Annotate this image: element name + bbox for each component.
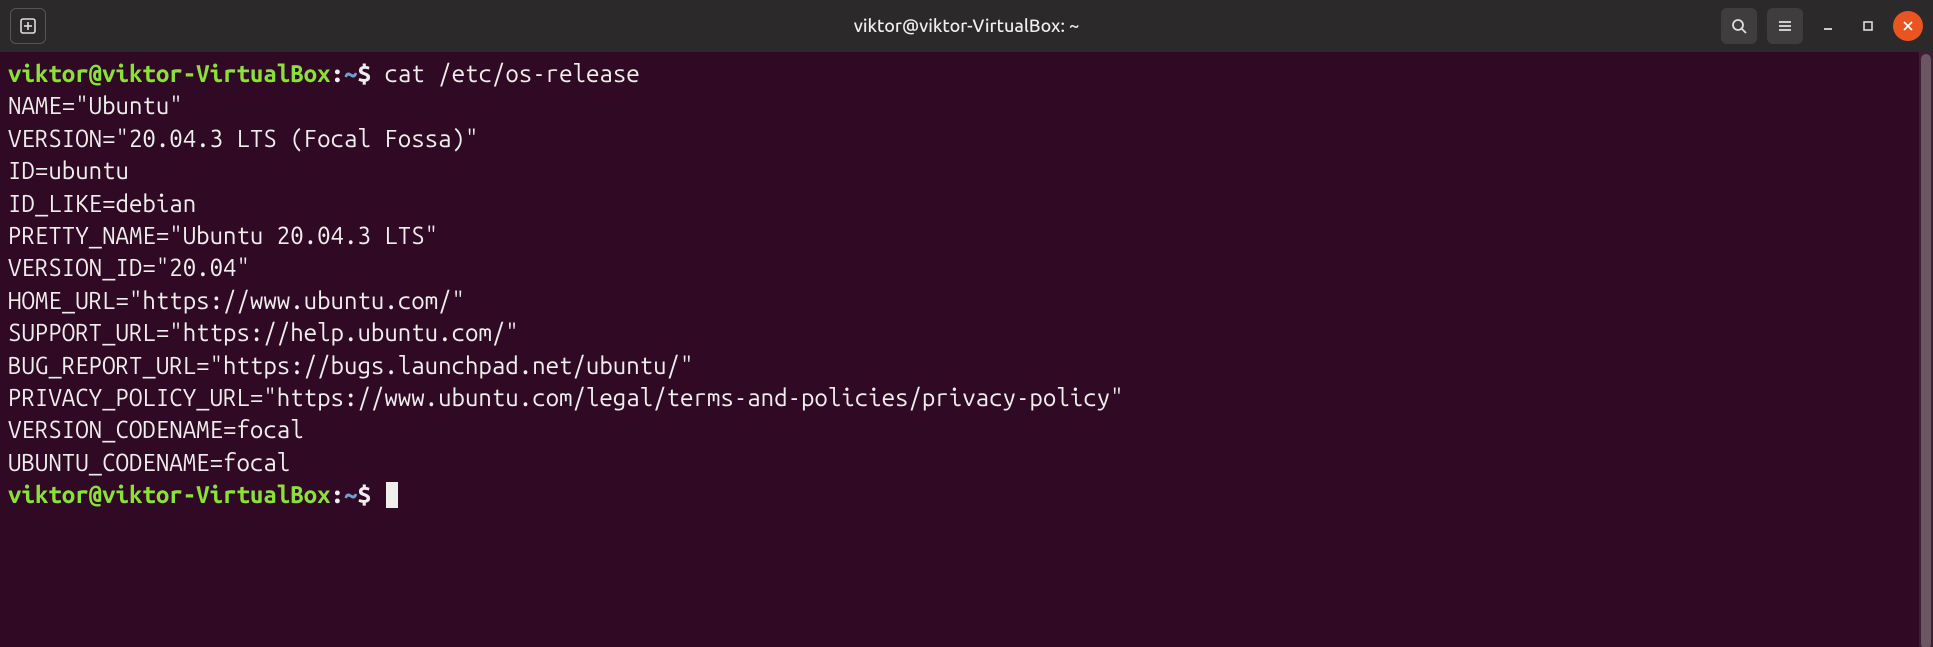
close-icon [1901, 19, 1915, 33]
output-line: BUG_REPORT_URL="https://bugs.launchpad.n… [8, 352, 693, 379]
window-title: viktor@viktor-VirtualBox: ~ [854, 16, 1080, 36]
output-line: PRETTY_NAME="Ubuntu 20.04.3 LTS" [8, 222, 438, 249]
maximize-icon [1861, 19, 1875, 33]
output-line: ID_LIKE=debian [8, 190, 196, 217]
close-button[interactable] [1893, 11, 1923, 41]
terminal-window: viktor@viktor-VirtualBox: ~ [0, 0, 1933, 647]
titlebar-left-group [10, 8, 46, 44]
prompt-userhost: viktor@viktor-VirtualBox [8, 481, 331, 508]
prompt-userhost: viktor@viktor-VirtualBox [8, 60, 331, 87]
command-text: cat /etc/os-release [384, 60, 639, 87]
prompt-path: ~ [344, 60, 357, 87]
search-button[interactable] [1721, 8, 1757, 44]
output-line: ID=ubuntu [8, 157, 129, 184]
output-line: VERSION_ID="20.04" [8, 254, 250, 281]
output-line: VERSION="20.04.3 LTS (Focal Fossa)" [8, 125, 478, 152]
terminal-output-area[interactable]: viktor@viktor-VirtualBox:~$ cat /etc/os-… [0, 52, 1933, 647]
new-tab-icon [19, 17, 37, 35]
scrollbar-thumb[interactable] [1921, 54, 1931, 647]
scrollbar-track[interactable] [1919, 52, 1933, 647]
prompt-sep: : [331, 481, 344, 508]
output-line: HOME_URL="https://www.ubuntu.com/" [8, 287, 465, 314]
prompt-path: ~ [344, 481, 357, 508]
output-line: VERSION_CODENAME=focal [8, 416, 304, 443]
hamburger-menu-icon [1776, 17, 1794, 35]
search-icon [1730, 17, 1748, 35]
minimize-icon [1821, 19, 1835, 33]
titlebar-right-group [1721, 8, 1923, 44]
output-line: PRIVACY_POLICY_URL="https://www.ubuntu.c… [8, 384, 1124, 411]
new-tab-button[interactable] [10, 8, 46, 44]
minimize-button[interactable] [1813, 11, 1843, 41]
prompt-sep: : [331, 60, 344, 87]
output-line: UBUNTU_CODENAME=focal [8, 449, 290, 476]
output-line: SUPPORT_URL="https://help.ubuntu.com/" [8, 319, 519, 346]
prompt-symbol: $ [357, 60, 370, 87]
titlebar: viktor@viktor-VirtualBox: ~ [0, 0, 1933, 52]
text-cursor [386, 482, 398, 508]
maximize-button[interactable] [1853, 11, 1883, 41]
output-line: NAME="Ubuntu" [8, 92, 183, 119]
prompt-symbol: $ [357, 481, 370, 508]
hamburger-menu-button[interactable] [1767, 8, 1803, 44]
